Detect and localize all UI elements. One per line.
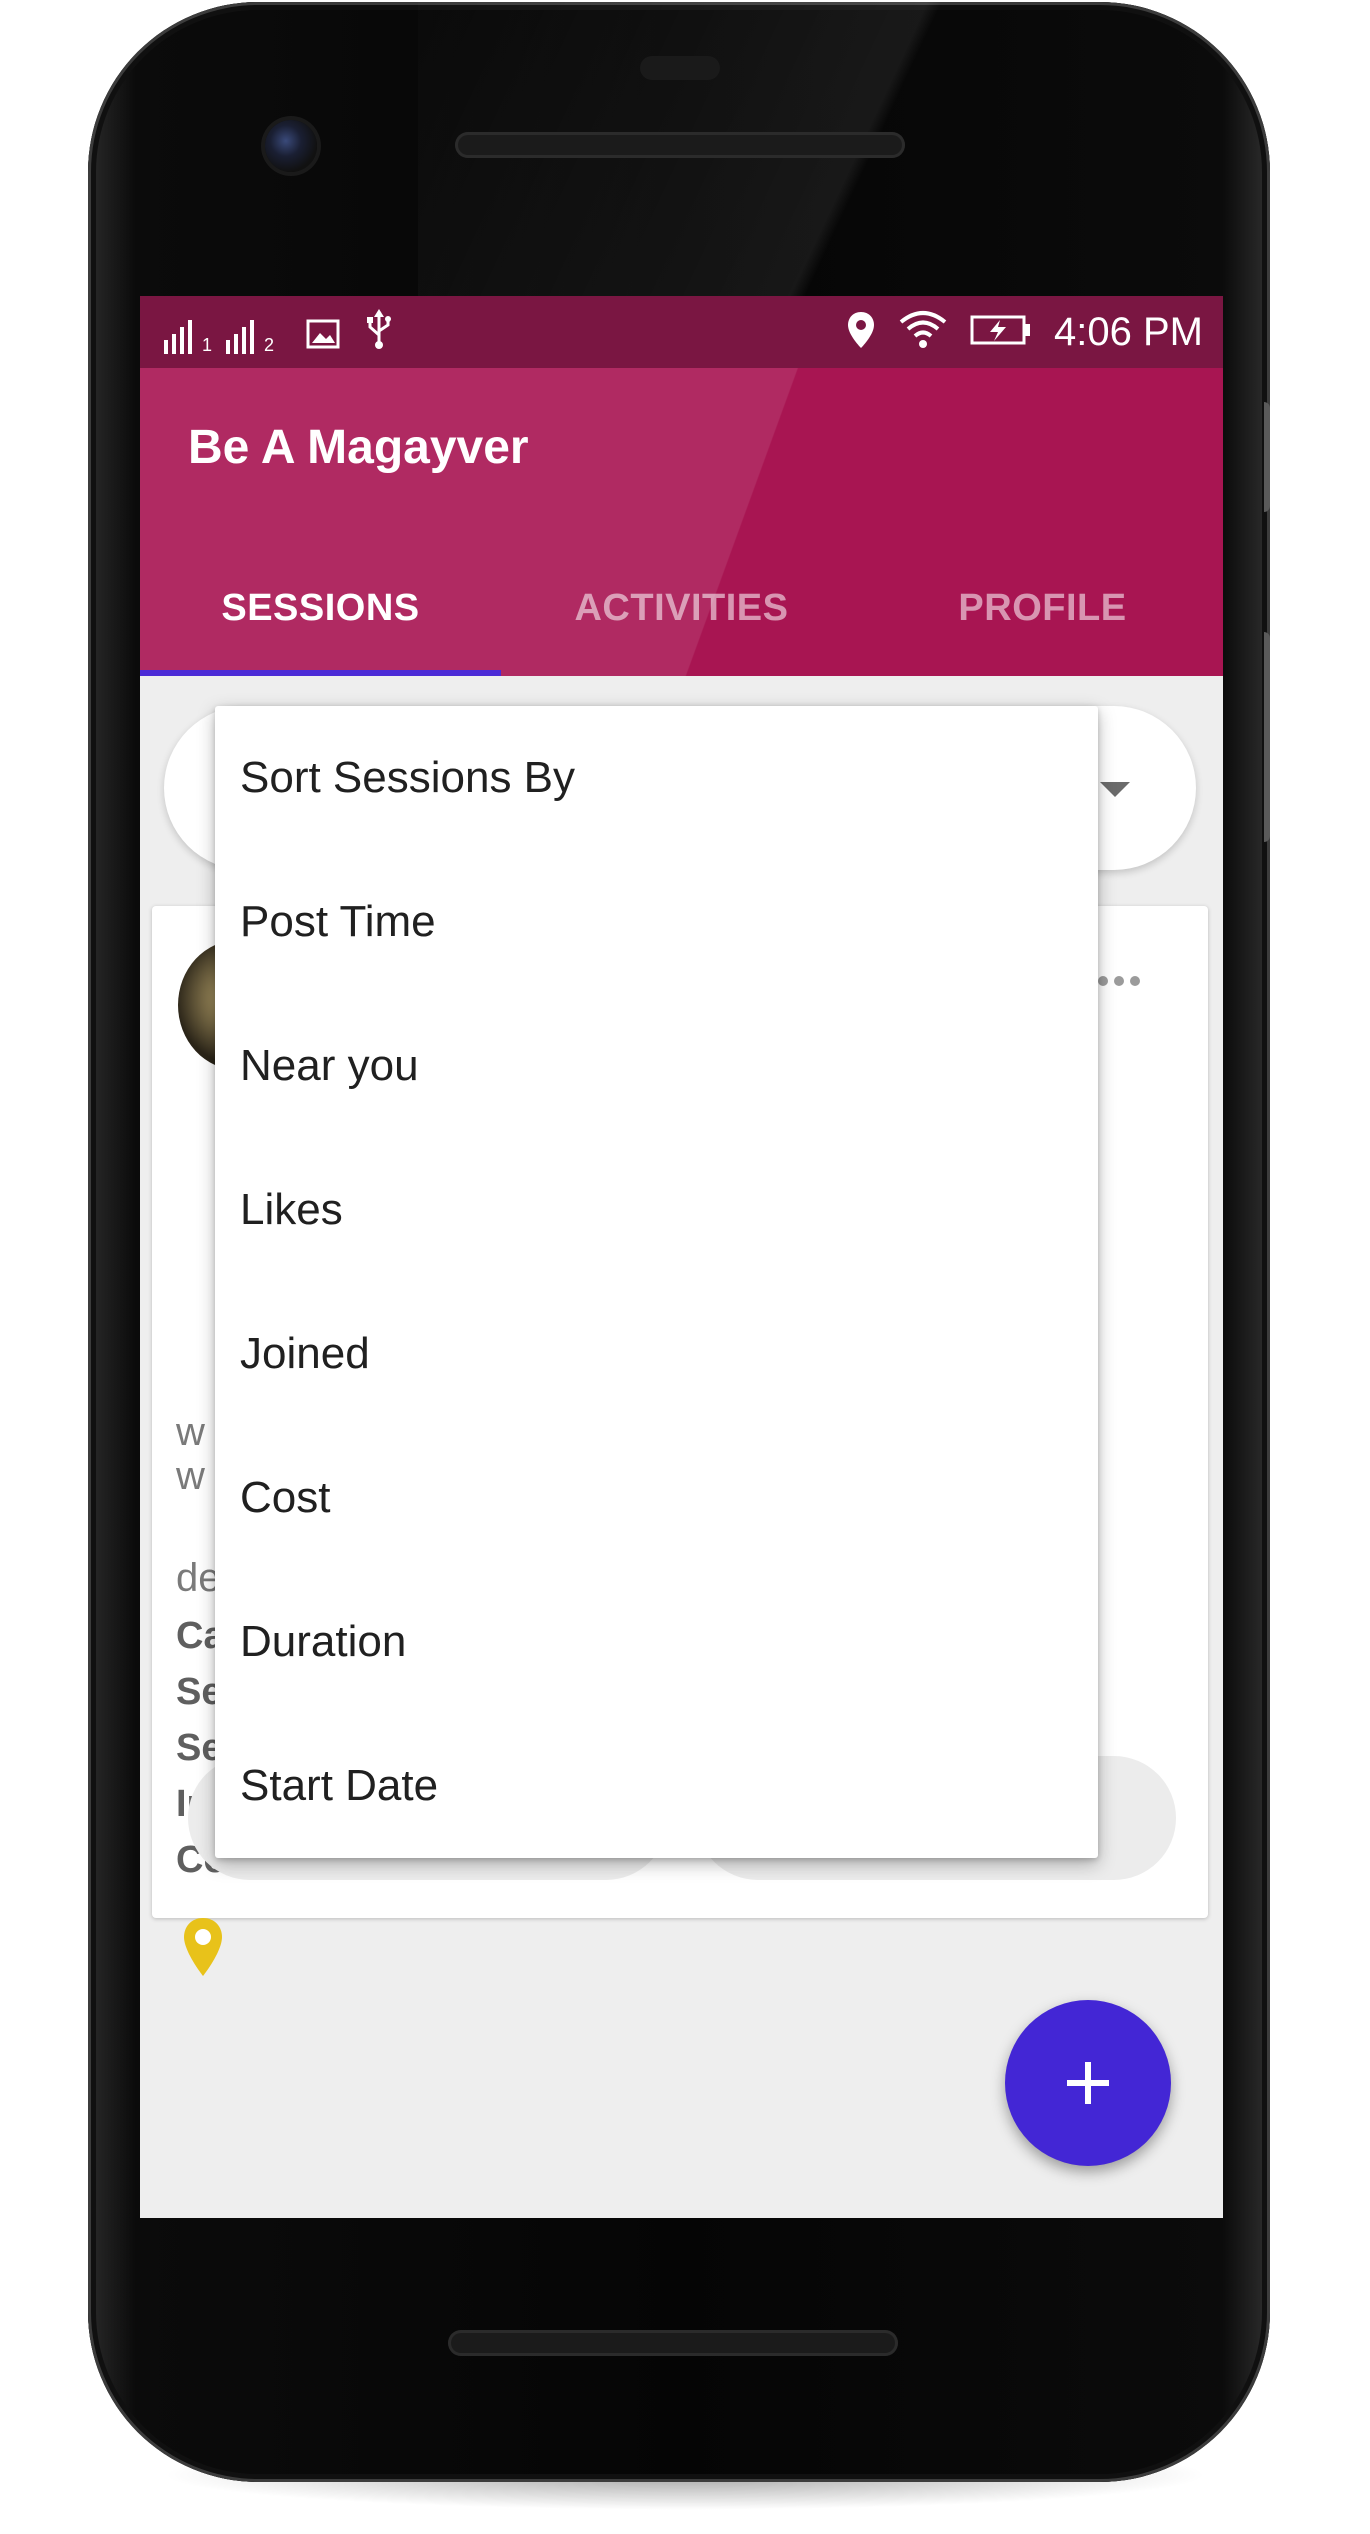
card-text-line: w — [176, 1410, 205, 1454]
image-icon — [306, 319, 340, 354]
map-pin-icon — [180, 1916, 226, 1991]
sim1-label: 1 — [202, 335, 213, 355]
add-session-button[interactable] — [1005, 2000, 1171, 2166]
front-camera-icon — [265, 120, 317, 172]
signal-icon — [164, 318, 192, 354]
screen: 1 2 4:06 PM Be A Magayver SESSIONS ACTIV… — [140, 296, 1223, 2218]
device-screenshot: 1 2 4:06 PM Be A Magayver SESSIONS ACTIV… — [0, 0, 1370, 2534]
sort-option-likes[interactable]: Likes — [215, 1138, 1098, 1282]
sort-dropdown-menu: Sort Sessions By Post Time Near you Like… — [215, 706, 1098, 1858]
bottom-speaker — [448, 2330, 898, 2356]
plus-icon — [1067, 2062, 1109, 2104]
app-bar: Be A Magayver SESSIONS ACTIVITIES PROFIL… — [140, 368, 1223, 676]
sort-option-cost[interactable]: Cost — [215, 1426, 1098, 1570]
wifi-icon — [898, 310, 948, 355]
sort-option-near-you[interactable]: Near you — [215, 994, 1098, 1138]
more-options-icon[interactable] — [1098, 976, 1140, 986]
sort-option-start-date[interactable]: Start Date — [215, 1714, 1098, 1858]
clock-time: 4:06 PM — [1054, 309, 1203, 354]
tab-profile[interactable]: PROFILE — [862, 540, 1223, 676]
app-title: Be A Magayver — [188, 421, 529, 474]
tab-activities[interactable]: ACTIVITIES — [501, 540, 862, 676]
sort-menu-header[interactable]: Sort Sessions By — [215, 706, 1098, 850]
sim2-label: 2 — [264, 335, 275, 355]
sort-option-duration[interactable]: Duration — [215, 1570, 1098, 1714]
sort-option-joined[interactable]: Joined — [215, 1282, 1098, 1426]
card-description: de — [176, 1556, 221, 1600]
status-bar: 1 2 4:06 PM — [140, 296, 1223, 368]
location-icon — [846, 310, 876, 355]
active-tab-indicator — [140, 670, 501, 676]
tab-sessions[interactable]: SESSIONS — [140, 540, 501, 676]
tab-bar: SESSIONS ACTIVITIES PROFILE — [140, 540, 1223, 676]
earpiece-speaker — [455, 132, 905, 158]
proximity-sensor — [640, 56, 720, 80]
status-bar-left: 1 2 — [164, 309, 394, 355]
sort-option-post-time[interactable]: Post Time — [215, 850, 1098, 994]
power-button — [1264, 402, 1270, 512]
usb-icon — [364, 309, 394, 354]
status-bar-right: 4:06 PM — [846, 308, 1203, 356]
volume-button — [1264, 632, 1270, 842]
card-text-line: w — [176, 1454, 205, 1498]
battery-charging-icon — [970, 314, 1032, 351]
signal-icon — [226, 318, 255, 354]
dropdown-arrow-icon[interactable] — [1100, 782, 1130, 797]
